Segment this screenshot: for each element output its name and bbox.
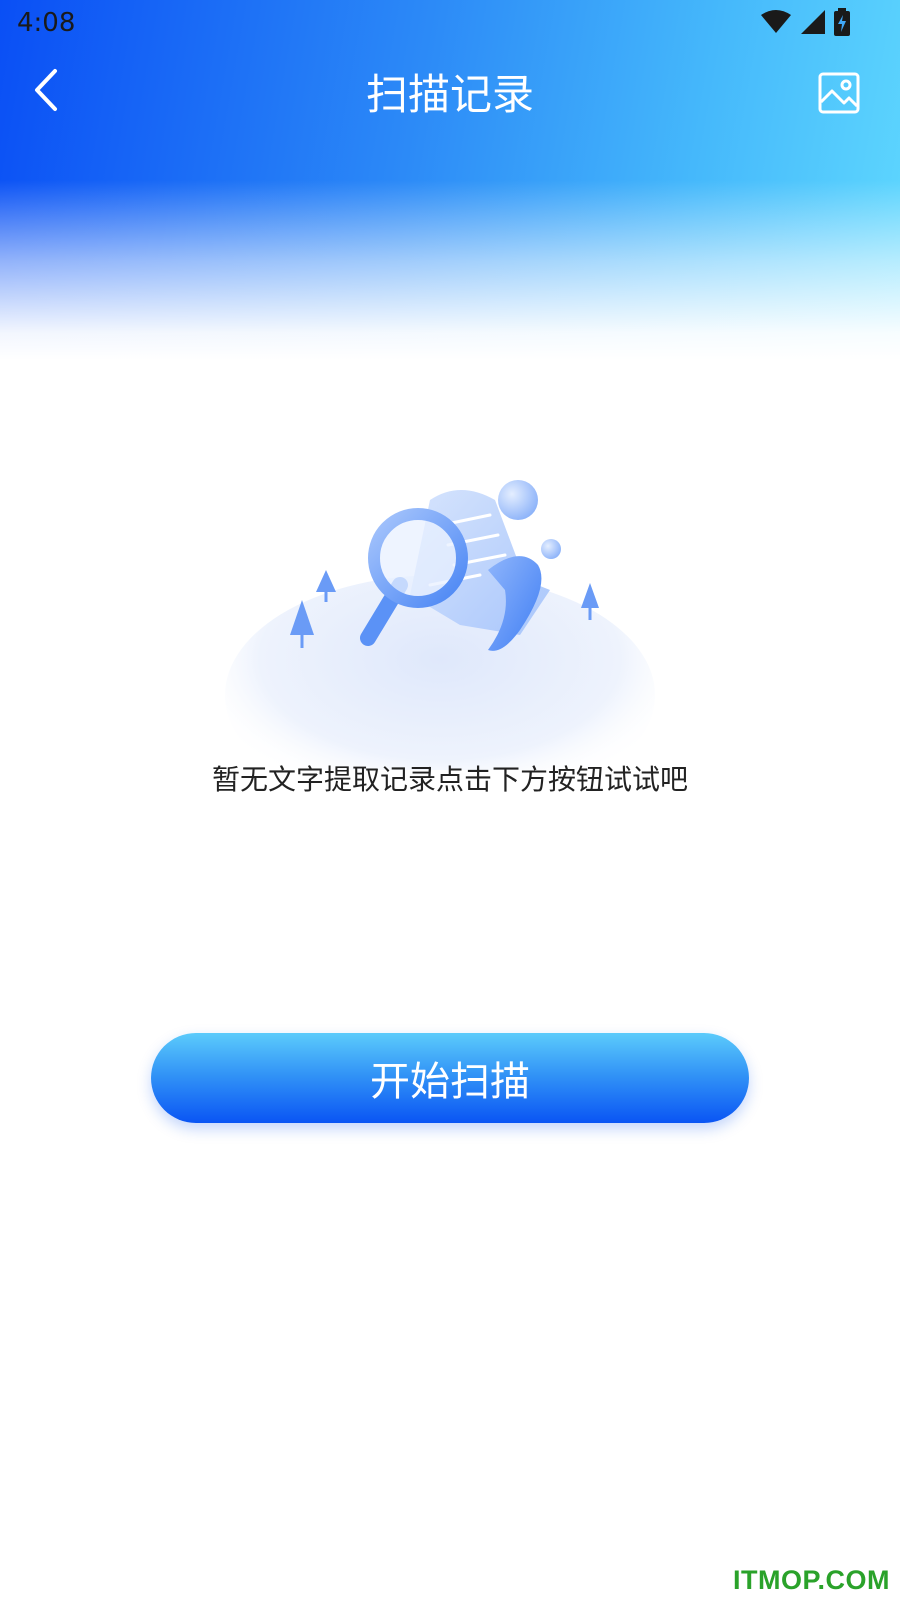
- image-gallery-icon: [818, 72, 860, 118]
- status-icons: [760, 8, 850, 40]
- empty-state-illustration: [220, 470, 680, 815]
- gallery-button[interactable]: [812, 68, 866, 122]
- watermark: ITMOP.COM: [732, 1565, 890, 1595]
- start-scan-label: 开始扫描: [370, 1059, 530, 1105]
- header-fade: [0, 180, 900, 360]
- status-time: 4:08: [17, 8, 76, 38]
- wifi-icon: [760, 9, 792, 39]
- nav-bar: 扫描记录: [0, 50, 900, 140]
- battery-charging-icon: [834, 8, 850, 40]
- empty-state-message: 暂无文字提取记录点击下方按钮试试吧: [211, 763, 688, 796]
- start-scan-button[interactable]: 开始扫描: [151, 1033, 749, 1123]
- chevron-left-icon: [31, 67, 61, 117]
- signal-icon: [800, 9, 826, 39]
- status-bar: 4:08: [0, 0, 900, 50]
- page-title: 扫描记录: [365, 70, 534, 119]
- back-button[interactable]: [22, 62, 70, 122]
